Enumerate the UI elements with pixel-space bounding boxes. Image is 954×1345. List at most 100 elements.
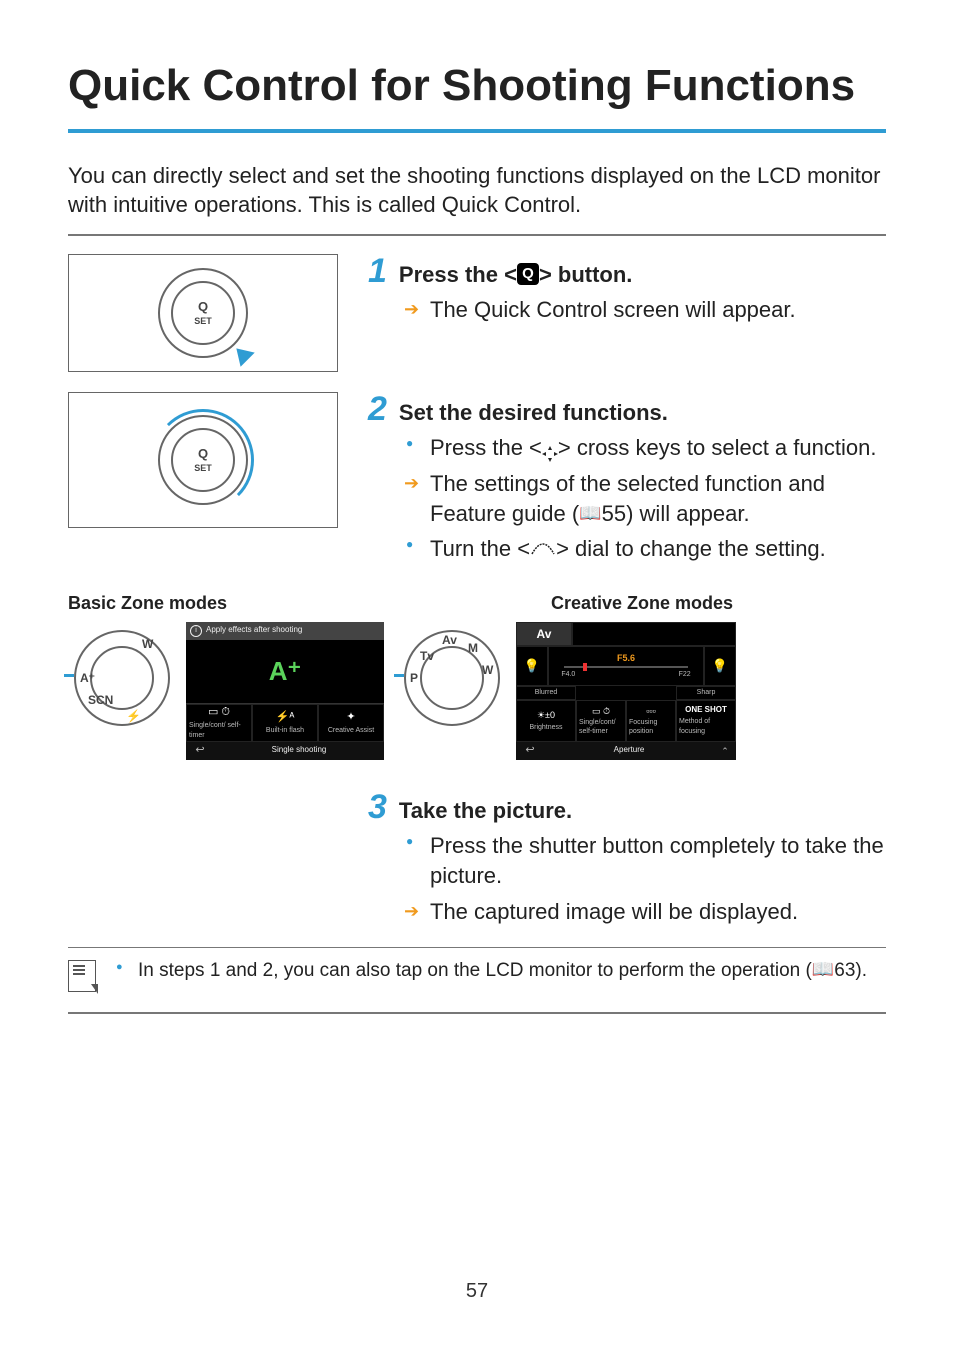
step-2-b1-post: > cross keys to select a function. bbox=[558, 435, 877, 460]
step-3-title: Take the picture. bbox=[399, 790, 572, 826]
step-2-title: Set the desired functions. bbox=[399, 392, 668, 428]
zone-titles: Basic Zone modes Creative Zone modes bbox=[68, 591, 886, 615]
cell-b-label: Single/cont/ self-timer bbox=[579, 718, 623, 737]
step-3-number: 3 bbox=[368, 790, 387, 824]
step-2-b2-post: > dial to change the setting. bbox=[556, 536, 826, 561]
step-2-b1-pre: Press the < bbox=[430, 435, 542, 460]
cross-keys-icon bbox=[542, 440, 558, 456]
step-2: Q SET 2 Set the desired functions. Press… bbox=[68, 392, 886, 572]
note-icon bbox=[68, 960, 96, 992]
basic-cell2-label: Creative Assist bbox=[328, 726, 374, 735]
page-number: 57 bbox=[0, 1278, 954, 1305]
step-1-thumb: Q SET bbox=[68, 254, 338, 372]
dial-q-label: Q bbox=[198, 298, 208, 316]
q-button-icon: Q bbox=[517, 263, 539, 285]
intro-text: You can directly select and set the shoo… bbox=[68, 161, 886, 220]
basic-lcd-mode: A⁺ bbox=[186, 640, 384, 704]
step-2-b2-pre: Turn the < bbox=[430, 536, 530, 561]
dial-indicator-icon-2 bbox=[394, 674, 404, 677]
basic-dial-label-1: SCN bbox=[88, 692, 113, 708]
title-rule bbox=[68, 129, 886, 133]
step-2-bullet-2: Turn the < > dial to change the setting. bbox=[404, 534, 886, 565]
creative-dial-label-0: P bbox=[410, 670, 418, 686]
step-1-title-pre: Press the < bbox=[399, 262, 517, 287]
dial-set-label: SET bbox=[194, 315, 212, 327]
creative-cell-c: ▫▫▫Focusing position bbox=[626, 700, 676, 742]
creative-lcd-mode: Av bbox=[516, 622, 572, 646]
page-title: Quick Control for Shooting Functions bbox=[68, 60, 886, 113]
cell-a-icon: ☀±0 bbox=[537, 709, 555, 721]
manual-ref-icon-2: 📖 bbox=[812, 957, 834, 981]
info-icon: i bbox=[190, 625, 202, 637]
basic-lcd-topbar: Apply effects after shooting bbox=[206, 625, 302, 636]
creative-dial-label-3: M bbox=[468, 640, 478, 656]
creative-lcd-foot-label: Aperture bbox=[544, 742, 714, 760]
creative-dial-label-4: W bbox=[482, 662, 493, 678]
basic-mode-dial: A⁺ SCN W ⚡ bbox=[68, 622, 172, 760]
note-rule-bottom bbox=[68, 1012, 886, 1014]
aperture-min: F4.0 bbox=[561, 670, 575, 679]
section-rule bbox=[68, 234, 886, 236]
creative-dial-label-1: Tv bbox=[420, 648, 434, 664]
step-3-result-1: The captured image will be displayed. bbox=[404, 897, 886, 927]
cell-c-icon: ▫▫▫ bbox=[646, 705, 656, 717]
rotate-arrow-icon bbox=[152, 409, 254, 511]
dial-indicator-icon bbox=[64, 674, 74, 677]
note-text: In steps 1 and 2, you can also tap on th… bbox=[116, 958, 867, 984]
step-1-title: Press the <Q> button. bbox=[399, 254, 633, 290]
note-rule-top bbox=[68, 947, 886, 949]
creative-lcd: Av 💡 F5.6 F4.0F22 💡 Blurred Sharp ☀±0Bri… bbox=[516, 622, 736, 760]
step-2-result-1: The settings of the selected function an… bbox=[404, 469, 886, 528]
basic-cell0-label: Single/cont/ self-timer bbox=[189, 721, 249, 740]
zone-examples: A⁺ SCN W ⚡ i Apply effects after shooting… bbox=[68, 622, 886, 760]
note: In steps 1 and 2, you can also tap on th… bbox=[68, 958, 886, 992]
step-2-bullet-1: Press the < > cross keys to select a fun… bbox=[404, 433, 886, 463]
basic-zone-title: Basic Zone modes bbox=[68, 591, 403, 615]
step-1: Q SET 1 Press the <Q> button. The Quick … bbox=[68, 254, 886, 372]
aperture-slider: F5.6 F4.0 F22 bbox=[548, 646, 704, 686]
cell-a-label: Brightness bbox=[529, 723, 562, 732]
basic-lcd-cell-2: ✦Creative Assist bbox=[318, 704, 384, 742]
step-1-title-post: > button. bbox=[539, 262, 632, 287]
manual-ref-icon: 📖 bbox=[579, 501, 601, 525]
creative-cell-b: ▭ ⏱Single/cont/ self-timer bbox=[576, 700, 626, 742]
sharp-icon: 💡 bbox=[704, 646, 736, 686]
cell-b-icon: ▭ ⏱ bbox=[592, 705, 610, 717]
step-2-r1-ref: 55 bbox=[602, 501, 626, 526]
cell-d-label: Method of focusing bbox=[679, 717, 733, 736]
press-arrow-icon bbox=[229, 341, 254, 366]
rear-dial-graphic-2: Q SET bbox=[158, 415, 248, 505]
basic-dial-label-3: ⚡ bbox=[126, 708, 141, 724]
note-text-post: ). bbox=[855, 960, 867, 981]
aperture-max: F22 bbox=[679, 670, 691, 679]
creative-dial-label-2: Av bbox=[442, 632, 457, 648]
step-3: 3 Take the picture. Press the shutter bu… bbox=[368, 790, 886, 927]
cell-d-icon: ONE SHOT bbox=[685, 705, 727, 716]
basic-lcd-foot-label: Single shooting bbox=[214, 742, 384, 760]
basic-lcd-cell-1: ⚡ᴬBuilt-in flash bbox=[252, 704, 318, 742]
creative-zone-title: Creative Zone modes bbox=[551, 591, 886, 615]
creative-lcd-back-icon: ↩ bbox=[516, 742, 544, 760]
basic-dial-label-0: A⁺ bbox=[80, 670, 95, 686]
basic-cell1-label: Built-in flash bbox=[266, 726, 304, 735]
creative-lcd-foot-arrow-icon: ⌃ bbox=[714, 742, 736, 760]
basic-cell2-icon: ✦ bbox=[346, 710, 355, 725]
creative-mode-dial: P Tv Av M W bbox=[398, 622, 502, 760]
basic-lcd-cell-0: ▭ ⏱Single/cont/ self-timer bbox=[186, 704, 252, 742]
step-3-bullet-1: Press the shutter button completely to t… bbox=[404, 831, 886, 890]
step-2-r1-post: ) will appear. bbox=[626, 501, 750, 526]
aperture-value: F5.6 bbox=[617, 652, 635, 664]
step-1-number: 1 bbox=[368, 254, 387, 288]
blurred-label: Blurred bbox=[516, 686, 576, 700]
creative-cell-a: ☀±0 Brightness bbox=[516, 700, 576, 742]
step-1-result: The Quick Control screen will appear. bbox=[404, 295, 886, 325]
rear-dial-graphic: Q SET bbox=[158, 268, 248, 358]
cell-c-label: Focusing position bbox=[629, 718, 673, 737]
basic-lcd-back-icon: ↩ bbox=[186, 742, 214, 760]
basic-dial-label-2: W bbox=[142, 636, 153, 652]
creative-cell-d: ONE SHOTMethod of focusing bbox=[676, 700, 736, 742]
basic-lcd: i Apply effects after shooting A⁺ ▭ ⏱Sing… bbox=[186, 622, 384, 760]
step-2-number: 2 bbox=[368, 392, 387, 426]
note-text-pre: In steps 1 and 2, you can also tap on th… bbox=[138, 960, 812, 981]
step-2-thumb: Q SET bbox=[68, 392, 338, 572]
